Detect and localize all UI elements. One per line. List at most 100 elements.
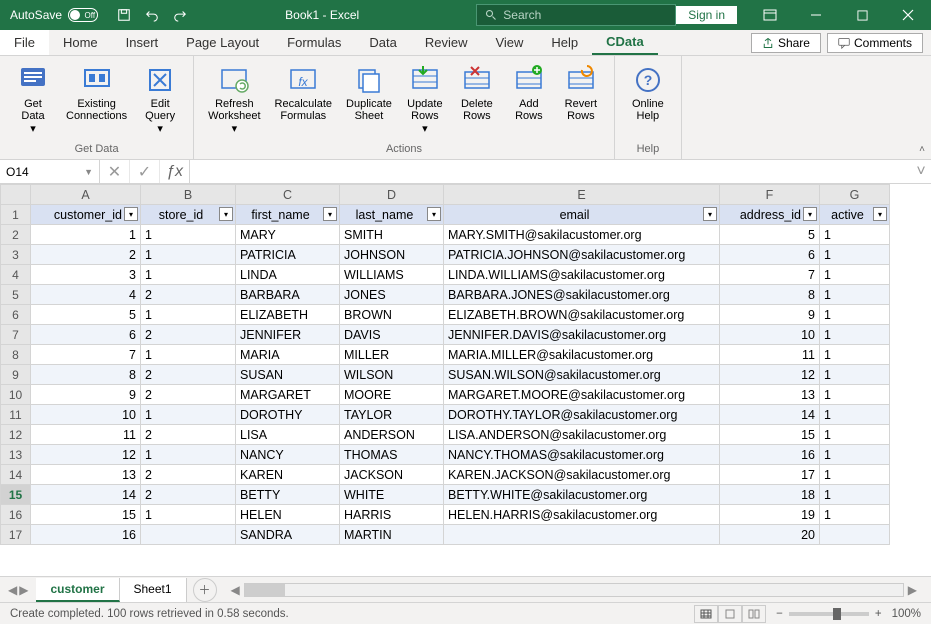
select-all-corner[interactable] bbox=[1, 185, 31, 205]
col-header-B[interactable]: B bbox=[141, 185, 236, 205]
horizontal-scrollbar[interactable]: ◀ ▶ bbox=[227, 583, 921, 597]
cell[interactable]: 1 bbox=[820, 425, 890, 445]
cell[interactable]: 4 bbox=[31, 285, 141, 305]
zoom-slider[interactable]: − + bbox=[776, 608, 881, 620]
autosave-toggle[interactable]: AutoSave Off bbox=[10, 8, 98, 22]
row-header[interactable]: 15 bbox=[1, 485, 31, 505]
cell[interactable]: 2 bbox=[141, 465, 236, 485]
cell[interactable]: 1 bbox=[141, 445, 236, 465]
row-header[interactable]: 17 bbox=[1, 525, 31, 545]
cell[interactable]: WHITE bbox=[340, 485, 444, 505]
tab-home[interactable]: Home bbox=[49, 30, 112, 55]
cell[interactable]: MARGARET bbox=[236, 385, 340, 405]
cell[interactable]: 7 bbox=[720, 265, 820, 285]
cell[interactable]: 1 bbox=[141, 345, 236, 365]
row-header[interactable]: 13 bbox=[1, 445, 31, 465]
cell[interactable]: 2 bbox=[141, 365, 236, 385]
cell[interactable]: SUSAN.WILSON@sakilacustomer.org bbox=[444, 365, 720, 385]
col-header-D[interactable]: D bbox=[340, 185, 444, 205]
cell[interactable]: 17 bbox=[720, 465, 820, 485]
cell[interactable]: 1 bbox=[820, 345, 890, 365]
col-header-A[interactable]: A bbox=[31, 185, 141, 205]
cell[interactable]: 2 bbox=[31, 245, 141, 265]
cell[interactable]: JENNIFER bbox=[236, 325, 340, 345]
cell[interactable]: 10 bbox=[31, 405, 141, 425]
cell[interactable]: 12 bbox=[31, 445, 141, 465]
cell[interactable]: DOROTHY bbox=[236, 405, 340, 425]
cell[interactable]: 15 bbox=[31, 505, 141, 525]
cell[interactable]: 1 bbox=[141, 305, 236, 325]
view-pagebreak-icon[interactable] bbox=[742, 605, 766, 623]
row-header[interactable]: 7 bbox=[1, 325, 31, 345]
sign-in-button[interactable]: Sign in bbox=[676, 6, 737, 24]
add-sheet-button[interactable]: ＋ bbox=[193, 578, 217, 602]
tab-view[interactable]: View bbox=[481, 30, 537, 55]
cell[interactable]: 1 bbox=[820, 505, 890, 525]
tab-cdata[interactable]: CData bbox=[592, 30, 658, 55]
cell[interactable]: 2 bbox=[141, 425, 236, 445]
cell[interactable]: ELIZABETH.BROWN@sakilacustomer.org bbox=[444, 305, 720, 325]
cell[interactable]: NANCY bbox=[236, 445, 340, 465]
cell[interactable]: MOORE bbox=[340, 385, 444, 405]
cell[interactable] bbox=[820, 525, 890, 545]
accept-formula-icon[interactable]: ✓ bbox=[130, 160, 160, 183]
formula-input[interactable] bbox=[190, 160, 911, 183]
cell[interactable]: HELEN.HARRIS@sakilacustomer.org bbox=[444, 505, 720, 525]
get-data-button[interactable]: GetData▾ bbox=[8, 60, 58, 141]
cell[interactable]: JOHNSON bbox=[340, 245, 444, 265]
row-header[interactable]: 2 bbox=[1, 225, 31, 245]
comments-button[interactable]: Comments bbox=[827, 33, 923, 53]
cell[interactable]: 1 bbox=[820, 305, 890, 325]
cell[interactable]: KAREN bbox=[236, 465, 340, 485]
cell[interactable]: 6 bbox=[720, 245, 820, 265]
cell[interactable]: 1 bbox=[820, 485, 890, 505]
cell[interactable]: DOROTHY.TAYLOR@sakilacustomer.org bbox=[444, 405, 720, 425]
cell[interactable]: 1 bbox=[141, 225, 236, 245]
cell[interactable]: THOMAS bbox=[340, 445, 444, 465]
cell[interactable]: BETTY.WHITE@sakilacustomer.org bbox=[444, 485, 720, 505]
cell[interactable]: HARRIS bbox=[340, 505, 444, 525]
sheet-nav-next-icon[interactable]: ▶ bbox=[19, 583, 28, 597]
cell[interactable]: 1 bbox=[820, 245, 890, 265]
edit-query-button[interactable]: EditQuery▾ bbox=[135, 60, 185, 141]
cell[interactable]: 18 bbox=[720, 485, 820, 505]
tab-page-layout[interactable]: Page Layout bbox=[172, 30, 273, 55]
table-header-cell[interactable]: first_name▾ bbox=[236, 205, 340, 225]
cell[interactable]: 16 bbox=[31, 525, 141, 545]
undo-icon[interactable] bbox=[144, 7, 160, 23]
cell[interactable]: BARBARA bbox=[236, 285, 340, 305]
sheet-tab-customer[interactable]: customer bbox=[36, 578, 119, 602]
collapse-ribbon-icon[interactable]: ˄ bbox=[919, 144, 925, 155]
filter-icon[interactable]: ▾ bbox=[124, 207, 138, 221]
cell[interactable]: MARIA bbox=[236, 345, 340, 365]
row-header[interactable]: 16 bbox=[1, 505, 31, 525]
cell[interactable]: MARGARET.MOORE@sakilacustomer.org bbox=[444, 385, 720, 405]
sheet-tab-sheet1[interactable]: Sheet1 bbox=[120, 578, 187, 602]
row-header[interactable]: 9 bbox=[1, 365, 31, 385]
scroll-right-icon[interactable]: ▶ bbox=[904, 583, 921, 597]
close-icon[interactable] bbox=[885, 0, 931, 30]
cell[interactable]: PATRICIA.JOHNSON@sakilacustomer.org bbox=[444, 245, 720, 265]
table-header-cell[interactable]: email▾ bbox=[444, 205, 720, 225]
zoom-in-icon[interactable]: + bbox=[875, 608, 882, 620]
ribbon-display-icon[interactable] bbox=[747, 0, 793, 30]
cell[interactable]: JONES bbox=[340, 285, 444, 305]
cell[interactable]: 15 bbox=[720, 425, 820, 445]
row-header[interactable]: 12 bbox=[1, 425, 31, 445]
cell[interactable]: DAVIS bbox=[340, 325, 444, 345]
cell[interactable]: LISA.ANDERSON@sakilacustomer.org bbox=[444, 425, 720, 445]
share-button[interactable]: Share bbox=[751, 33, 821, 53]
cell[interactable]: 1 bbox=[820, 225, 890, 245]
search-box[interactable]: Search bbox=[476, 4, 676, 26]
scroll-left-icon[interactable]: ◀ bbox=[227, 583, 244, 597]
cell[interactable]: 1 bbox=[31, 225, 141, 245]
spreadsheet-grid[interactable]: ABCDEFG1customer_id▾store_id▾first_name▾… bbox=[0, 184, 890, 545]
cell[interactable]: ELIZABETH bbox=[236, 305, 340, 325]
add-rows-button[interactable]: AddRows bbox=[504, 60, 554, 141]
revert-rows-button[interactable]: RevertRows bbox=[556, 60, 606, 141]
filter-icon[interactable]: ▾ bbox=[703, 207, 717, 221]
tab-help[interactable]: Help bbox=[537, 30, 592, 55]
tab-review[interactable]: Review bbox=[411, 30, 482, 55]
cell[interactable]: 1 bbox=[820, 465, 890, 485]
cell[interactable]: MARIA.MILLER@sakilacustomer.org bbox=[444, 345, 720, 365]
